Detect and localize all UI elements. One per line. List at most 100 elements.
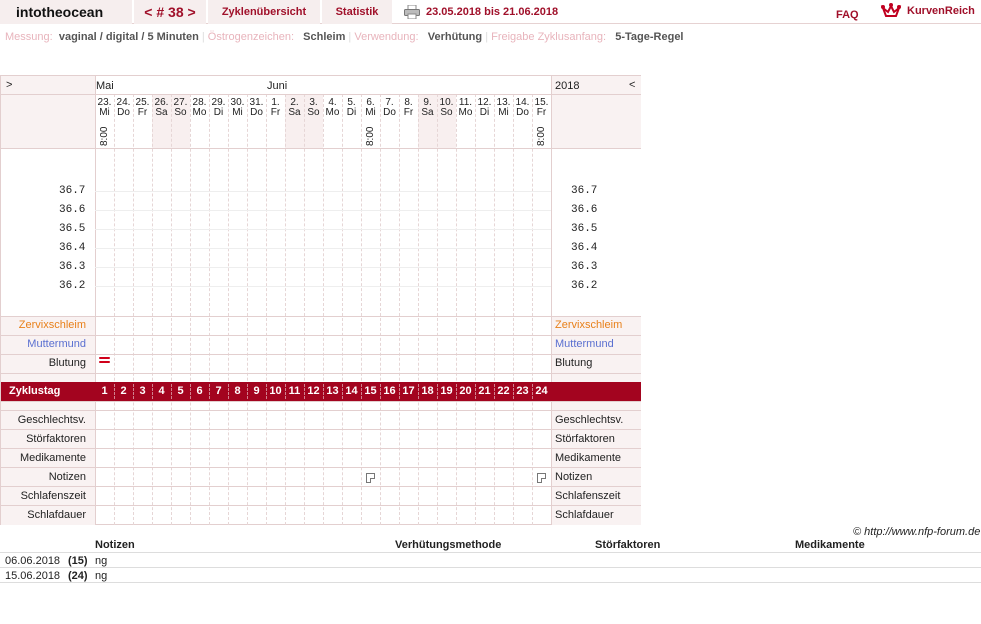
cycle-day-number: 6 (196, 385, 203, 397)
tab-statistics[interactable]: Statistik (322, 0, 392, 24)
measure-time: 8:00 (365, 126, 376, 146)
row-label-left: Notizen (48, 471, 86, 483)
cycle-day-bar: Zyklustag 1 2 3 4 5 6 7 8 9 10 11 12 13 14 15 16 17 18 19 20… (1, 382, 641, 401)
day-weekday: Di (479, 107, 490, 118)
row-line (1, 94, 641, 95)
nav-prev-button[interactable]: > (6, 79, 12, 91)
row-label-left: Störfaktoren (26, 433, 86, 445)
row-label-right: Zervixschleim (555, 319, 623, 331)
messung-label: Messung: (5, 31, 53, 43)
cycle-day-number: 21 (478, 385, 491, 397)
row-line (1, 148, 641, 149)
cycle-day-divider (342, 384, 343, 399)
day-separator (209, 94, 210, 525)
day-weekday: Do (383, 107, 396, 118)
cycle-day-number: 11 (288, 385, 301, 397)
temp-label-right: 36.2 (571, 280, 598, 292)
row-label-right: Schlafenszeit (555, 490, 621, 502)
tab-cycle-overview[interactable]: Zyklenübersicht (208, 0, 320, 24)
cycle-day-label: Zyklustag (9, 385, 61, 397)
day-separator (494, 94, 495, 525)
table-row-note: ng (95, 555, 108, 567)
row-line (1, 373, 641, 374)
row-line (1, 354, 641, 355)
temp-label-left: 36.7 (59, 185, 86, 197)
day-weekday: Fr (536, 107, 547, 118)
row-line (1, 335, 641, 336)
temp-label-left: 36.5 (59, 223, 86, 235)
day-weekday: Mo (192, 107, 207, 118)
cycle-day-number: 2 (120, 385, 127, 397)
day-separator (171, 94, 172, 525)
cycle-day-divider (247, 384, 248, 399)
temp-gridline (95, 210, 551, 211)
temp-label-left: 36.3 (59, 261, 86, 273)
temp-gridline (95, 286, 551, 287)
day-weekday: Mi (365, 107, 376, 118)
cycle-day-number: 24 (535, 385, 548, 397)
row-label-left: Medikamente (19, 452, 86, 464)
row-label-left: Zervixschleim (18, 319, 86, 331)
day-separator (399, 94, 400, 525)
temp-label-right: 36.6 (571, 204, 598, 216)
temp-gridline (95, 248, 551, 249)
table-header: Medikamente (795, 539, 865, 551)
cycle-day-divider (152, 384, 153, 399)
row-label-right: Notizen (555, 471, 593, 483)
cycle-day-divider (361, 384, 362, 399)
day-weekday: Di (346, 107, 357, 118)
day-weekday: Mi (99, 107, 110, 118)
verwendung-value: Verhütung (427, 31, 483, 43)
day-weekday: Fr (137, 107, 148, 118)
row-label-left: Schlafdauer (27, 509, 86, 521)
day-weekday: Mi (232, 107, 243, 118)
printer-icon[interactable] (404, 5, 420, 19)
oestrogen-value: Schleim (303, 31, 346, 43)
cycle-day-divider (114, 384, 115, 399)
cycle-day-divider (285, 384, 286, 399)
day-weekday: Do (516, 107, 529, 118)
row-label-right: Störfaktoren (555, 433, 615, 445)
username-label: intotheocean (0, 0, 132, 24)
day-separator (152, 94, 153, 525)
measure-time: 8:00 (536, 126, 547, 146)
faq-link[interactable]: FAQ (836, 9, 859, 21)
cycle-day-number: 3 (139, 385, 146, 397)
logo-text[interactable]: KurvenReich (907, 5, 975, 17)
day-weekday: Fr (403, 107, 414, 118)
freigabe-label: Freigabe Zyklusanfang: (491, 31, 607, 43)
oestrogen-label: Östrogenzeichen: (207, 31, 294, 43)
messung-value: vaginal / digital / 5 Minuten (58, 31, 199, 43)
nav-next-button[interactable]: < (629, 79, 635, 91)
verwendung-label: Verwendung: (354, 31, 419, 43)
year-label: 2018 (555, 80, 580, 92)
table-divider (0, 567, 981, 568)
cycle-day-divider (228, 384, 229, 399)
table-divider (0, 582, 981, 583)
day-weekday: Sa (155, 107, 168, 118)
cycle-day-divider (209, 384, 210, 399)
cycle-day-divider (133, 384, 134, 399)
row-line (1, 505, 641, 506)
row-label-right: Geschlechtsv. (555, 414, 624, 426)
table-row-note: ng (95, 570, 108, 582)
cycle-day-divider (456, 384, 457, 399)
cycle-navigator[interactable]: < # 38 > (134, 0, 206, 24)
day-weekday: So (307, 107, 320, 118)
day-separator (456, 94, 457, 525)
day-weekday: Mo (325, 107, 340, 118)
table-row-cycleday: (15) (68, 555, 88, 567)
table-row-cycleday: (24) (68, 570, 88, 582)
cycle-day-divider (304, 384, 305, 399)
cycle-day-number: 7 (215, 385, 222, 397)
day-separator (418, 94, 419, 525)
temp-label-left: 36.4 (59, 242, 86, 254)
note-icon[interactable] (366, 473, 375, 483)
day-separator (114, 94, 115, 525)
month-label: Juni (267, 80, 288, 92)
note-icon[interactable] (537, 473, 546, 483)
row-line (1, 448, 641, 449)
temp-label-left: 36.2 (59, 280, 86, 292)
day-separator (285, 94, 286, 525)
cycle-day-divider (475, 384, 476, 399)
